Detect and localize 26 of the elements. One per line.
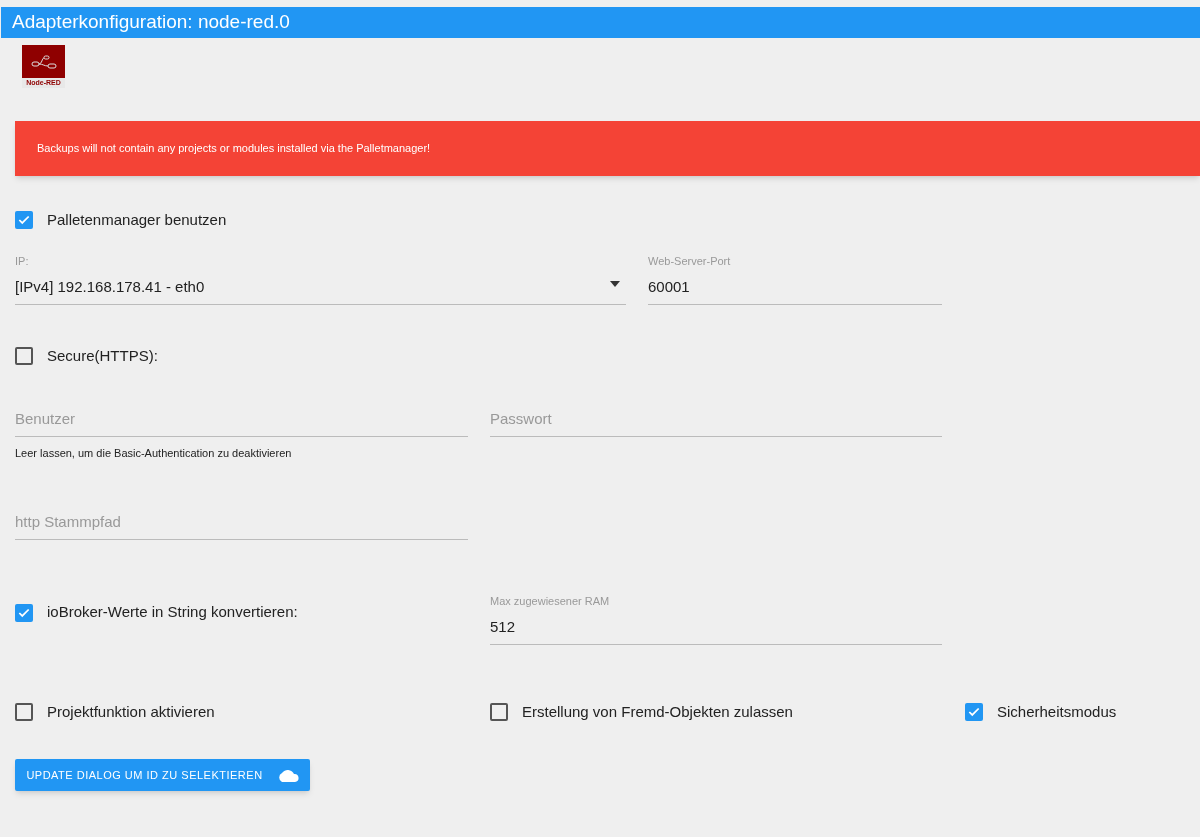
field-label: IP: [15,253,30,269]
field-label: Max zugewiesener RAM [490,593,611,609]
checkbox[interactable] [15,603,33,622]
input-field[interactable]: 60001 [648,268,942,305]
title-bar: Adapterkonfiguration: node-red.0 [1,7,1200,38]
input-field[interactable]: 512 [490,608,942,645]
checkbox[interactable] [965,702,983,721]
input-field[interactable]: http Stammpfad [15,503,468,540]
checkbox-label: Palletenmanager benutzen [47,210,227,230]
checkbox-label: Erstellung von Fremd-Objekten zulassen [522,701,793,722]
input-field[interactable]: [IPv4] 192.168.178.41 - eth0 [15,268,626,305]
checkbox[interactable] [15,211,33,230]
checkbox-label: Secure(HTTPS): [47,345,158,366]
input-field[interactable]: Benutzer [15,401,468,437]
input-field[interactable]: Passwort [490,401,942,437]
checkbox-label: Sicherheitsmodus [997,701,1117,722]
helper-text: Leer lassen, um die Basic-Authentication zu deaktivieren [15,446,293,461]
warning-alert: Backups will not contain any projects or modules installed via the Palletmanager! [15,121,1200,176]
checkbox[interactable] [490,702,508,721]
cloud-icon [276,768,299,782]
checkbox-label: ioBroker-Werte in String konvertieren: [47,602,298,623]
field-label: Web-Server-Port [648,253,732,269]
dropdown-caret-icon [610,280,620,287]
checkbox-label: Projektfunktion aktivieren [47,701,215,722]
checkbox[interactable] [15,346,33,365]
checkbox[interactable] [15,702,33,721]
